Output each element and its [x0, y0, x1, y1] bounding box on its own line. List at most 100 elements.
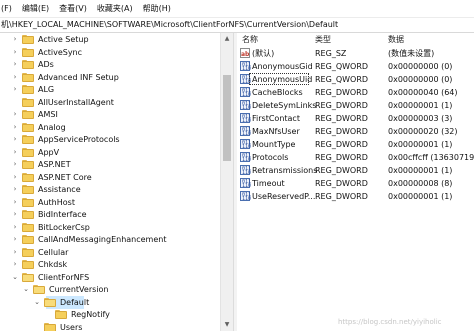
binary-value-icon: 011 110: [240, 139, 252, 150]
tree-item-currentversion[interactable]: ⌄ CurrentVersion: [0, 283, 220, 296]
tree-item-label: Analog: [38, 122, 66, 132]
binary-value-icon: 011 110: [240, 126, 252, 137]
value-name: Timeout: [252, 179, 285, 188]
folder-icon: [22, 147, 34, 157]
value-row[interactable]: 011 110 UseReservedP... REG_DWORD 0x00000001…: [237, 190, 474, 203]
tree-item-alluserinstallagent[interactable]: AllUserInstallAgent: [0, 96, 220, 109]
expand-chevron-right-icon[interactable]: ›: [10, 196, 20, 209]
folder-icon: [22, 122, 34, 132]
expand-chevron-right-icon[interactable]: ›: [10, 108, 20, 121]
value-name: MountType: [252, 140, 296, 149]
expand-chevron-right-icon[interactable]: ›: [10, 83, 20, 96]
expand-chevron-right-icon[interactable]: ›: [10, 158, 20, 171]
tree-item-active-setup[interactable]: › Active Setup: [0, 33, 220, 46]
tree-item-appv[interactable]: › AppV: [0, 146, 220, 159]
value-name: Retransmissions: [252, 166, 318, 175]
tree-item-callandmessagingenhancement[interactable]: › CallAndMessagingEnhancement: [0, 233, 220, 246]
expand-chevron-right-icon[interactable]: ›: [10, 121, 20, 134]
tree-item-users[interactable]: Users: [0, 321, 220, 331]
list-header: 名称 类型 数据: [237, 33, 474, 47]
folder-icon: [22, 47, 34, 57]
folder-icon: [22, 235, 34, 244]
value-row[interactable]: 011 110 AnonymousGid REG_QWORD 0x00000000 (0…: [237, 60, 474, 73]
expand-chevron-right-icon[interactable]: ›: [10, 133, 20, 146]
address-bar[interactable]: 机\HKEY_LOCAL_MACHINE\SOFTWARE\Microsoft\…: [0, 18, 474, 33]
expand-chevron-right-icon[interactable]: [43, 308, 53, 321]
column-header-type[interactable]: 类型: [315, 33, 331, 47]
menu-help[interactable]: 帮助(H): [138, 0, 176, 17]
value-row[interactable]: 011 110 MaxNfsUser REG_DWORD 0x00000020 (32): [237, 125, 474, 138]
value-data: 0x00000000 (0): [388, 62, 453, 71]
value-name: AnonymousGid: [252, 62, 313, 71]
tree-item-asp-net[interactable]: › ASP.NET: [0, 158, 220, 171]
scroll-down-arrow-icon[interactable]: ▼: [221, 319, 233, 331]
expand-chevron-right-icon[interactable]: [10, 96, 20, 109]
value-row[interactable]: 011 110 AnonymousUid REG_QWORD 0x00000000 (0…: [237, 73, 474, 86]
value-type: REG_DWORD: [315, 192, 368, 201]
tree-item-authhost[interactable]: › AuthHost: [0, 196, 220, 209]
tree-item-advanced-inf-setup[interactable]: › Advanced INF Setup: [0, 71, 220, 84]
expand-chevron-right-icon[interactable]: ›: [10, 171, 20, 184]
tree-item-appserviceprotocols[interactable]: › AppServiceProtocols: [0, 133, 220, 146]
tree-scrollbar[interactable]: ▲ ▼: [220, 33, 233, 331]
column-header-data[interactable]: 数据: [388, 33, 404, 47]
value-row[interactable]: 011 110 Protocols REG_DWORD 0x00cffcff (1363…: [237, 151, 474, 164]
tree-item-alg[interactable]: › ALG: [0, 83, 220, 96]
folder-icon: [22, 272, 34, 282]
expand-chevron-right-icon[interactable]: ›: [10, 258, 20, 271]
scroll-thumb[interactable]: [223, 75, 231, 161]
watermark: https://blog.csdn.net/yiyiholic: [338, 318, 442, 326]
expand-chevron-right-icon[interactable]: ›: [10, 221, 20, 234]
value-row[interactable]: 011 110 CacheBlocks REG_DWORD 0x00000040 (64…: [237, 86, 474, 99]
expand-chevron-right-icon[interactable]: ›: [10, 208, 20, 221]
tree-item-activesync[interactable]: › ActiveSync: [0, 46, 220, 59]
expand-chevron-down-icon[interactable]: ⌄: [10, 271, 20, 284]
value-row[interactable]: 011 110 FirstContact REG_DWORD 0x00000003 (3…: [237, 112, 474, 125]
expand-chevron-right-icon[interactable]: ›: [10, 233, 20, 246]
value-row[interactable]: 011 110 DeleteSymLinks REG_DWORD 0x00000001 …: [237, 99, 474, 112]
menu-edit[interactable]: 编辑(E): [17, 0, 54, 17]
value-row[interactable]: 011 110 Timeout REG_DWORD 0x00000008 (8): [237, 177, 474, 190]
menu-file[interactable]: (F): [0, 0, 17, 17]
value-type: REG_DWORD: [315, 114, 368, 123]
column-header-name[interactable]: 名称: [242, 33, 258, 47]
binary-value-icon: 011 110: [240, 87, 252, 98]
value-row[interactable]: ab (默认) REG_SZ (数值未设置): [237, 47, 474, 60]
expand-chevron-right-icon[interactable]: ›: [10, 183, 20, 196]
binary-value-icon: 011 110: [240, 61, 252, 72]
tree-item-analog[interactable]: › Analog: [0, 121, 220, 134]
tree-item-default[interactable]: ⌄ Default: [34, 295, 89, 309]
registry-tree: › Active Setup › ActiveSync › ADs › Advanced IN…: [0, 33, 220, 331]
value-row[interactable]: 011 110 MountType REG_DWORD 0x00000001 (1): [237, 138, 474, 151]
tree-item-label: ActiveSync: [38, 47, 83, 57]
value-row[interactable]: 011 110 Retransmissions REG_DWORD 0x00000001…: [237, 164, 474, 177]
expand-chevron-down-icon[interactable]: ⌄: [32, 296, 42, 309]
expand-chevron-right-icon[interactable]: ›: [10, 33, 20, 46]
tree-item-regnotify[interactable]: RegNotify: [0, 308, 220, 321]
tree-item-clientfornfs[interactable]: ⌄ ClientForNFS: [0, 271, 220, 284]
expand-chevron-right-icon[interactable]: ›: [10, 71, 20, 84]
tree-item-asp-net-core[interactable]: › ASP.NET Core: [0, 171, 220, 184]
tree-item-ads[interactable]: › ADs: [0, 58, 220, 71]
folder-icon: [22, 85, 34, 94]
folder-icon: [33, 285, 45, 294]
scroll-up-arrow-icon[interactable]: ▲: [221, 33, 233, 45]
expand-chevron-right-icon[interactable]: ›: [10, 146, 20, 159]
menu-favorites[interactable]: 收藏夹(A): [92, 0, 138, 17]
tree-item-bitlockercsp[interactable]: › BitLockerCsp: [0, 221, 220, 234]
tree-item-bidinterface[interactable]: › BidInterface: [0, 208, 220, 221]
tree-item-amsi[interactable]: › AMSI: [0, 108, 220, 121]
menu-view[interactable]: 查看(V): [54, 0, 92, 17]
tree-item-chkdsk[interactable]: › Chkdsk: [0, 258, 220, 271]
tree-item-assistance[interactable]: › Assistance: [0, 183, 220, 196]
expand-chevron-right-icon[interactable]: [32, 321, 42, 331]
binary-value-icon: 011 110: [240, 178, 252, 189]
folder-icon: [22, 185, 34, 194]
value-name: FirstContact: [252, 114, 300, 123]
tree-item-cellular[interactable]: › Cellular: [0, 246, 220, 259]
expand-chevron-right-icon[interactable]: ›: [10, 58, 20, 71]
expand-chevron-right-icon[interactable]: ›: [10, 46, 20, 59]
expand-chevron-right-icon[interactable]: ›: [10, 246, 20, 259]
expand-chevron-down-icon[interactable]: ⌄: [21, 283, 31, 296]
string-value-icon: ab: [240, 48, 250, 58]
